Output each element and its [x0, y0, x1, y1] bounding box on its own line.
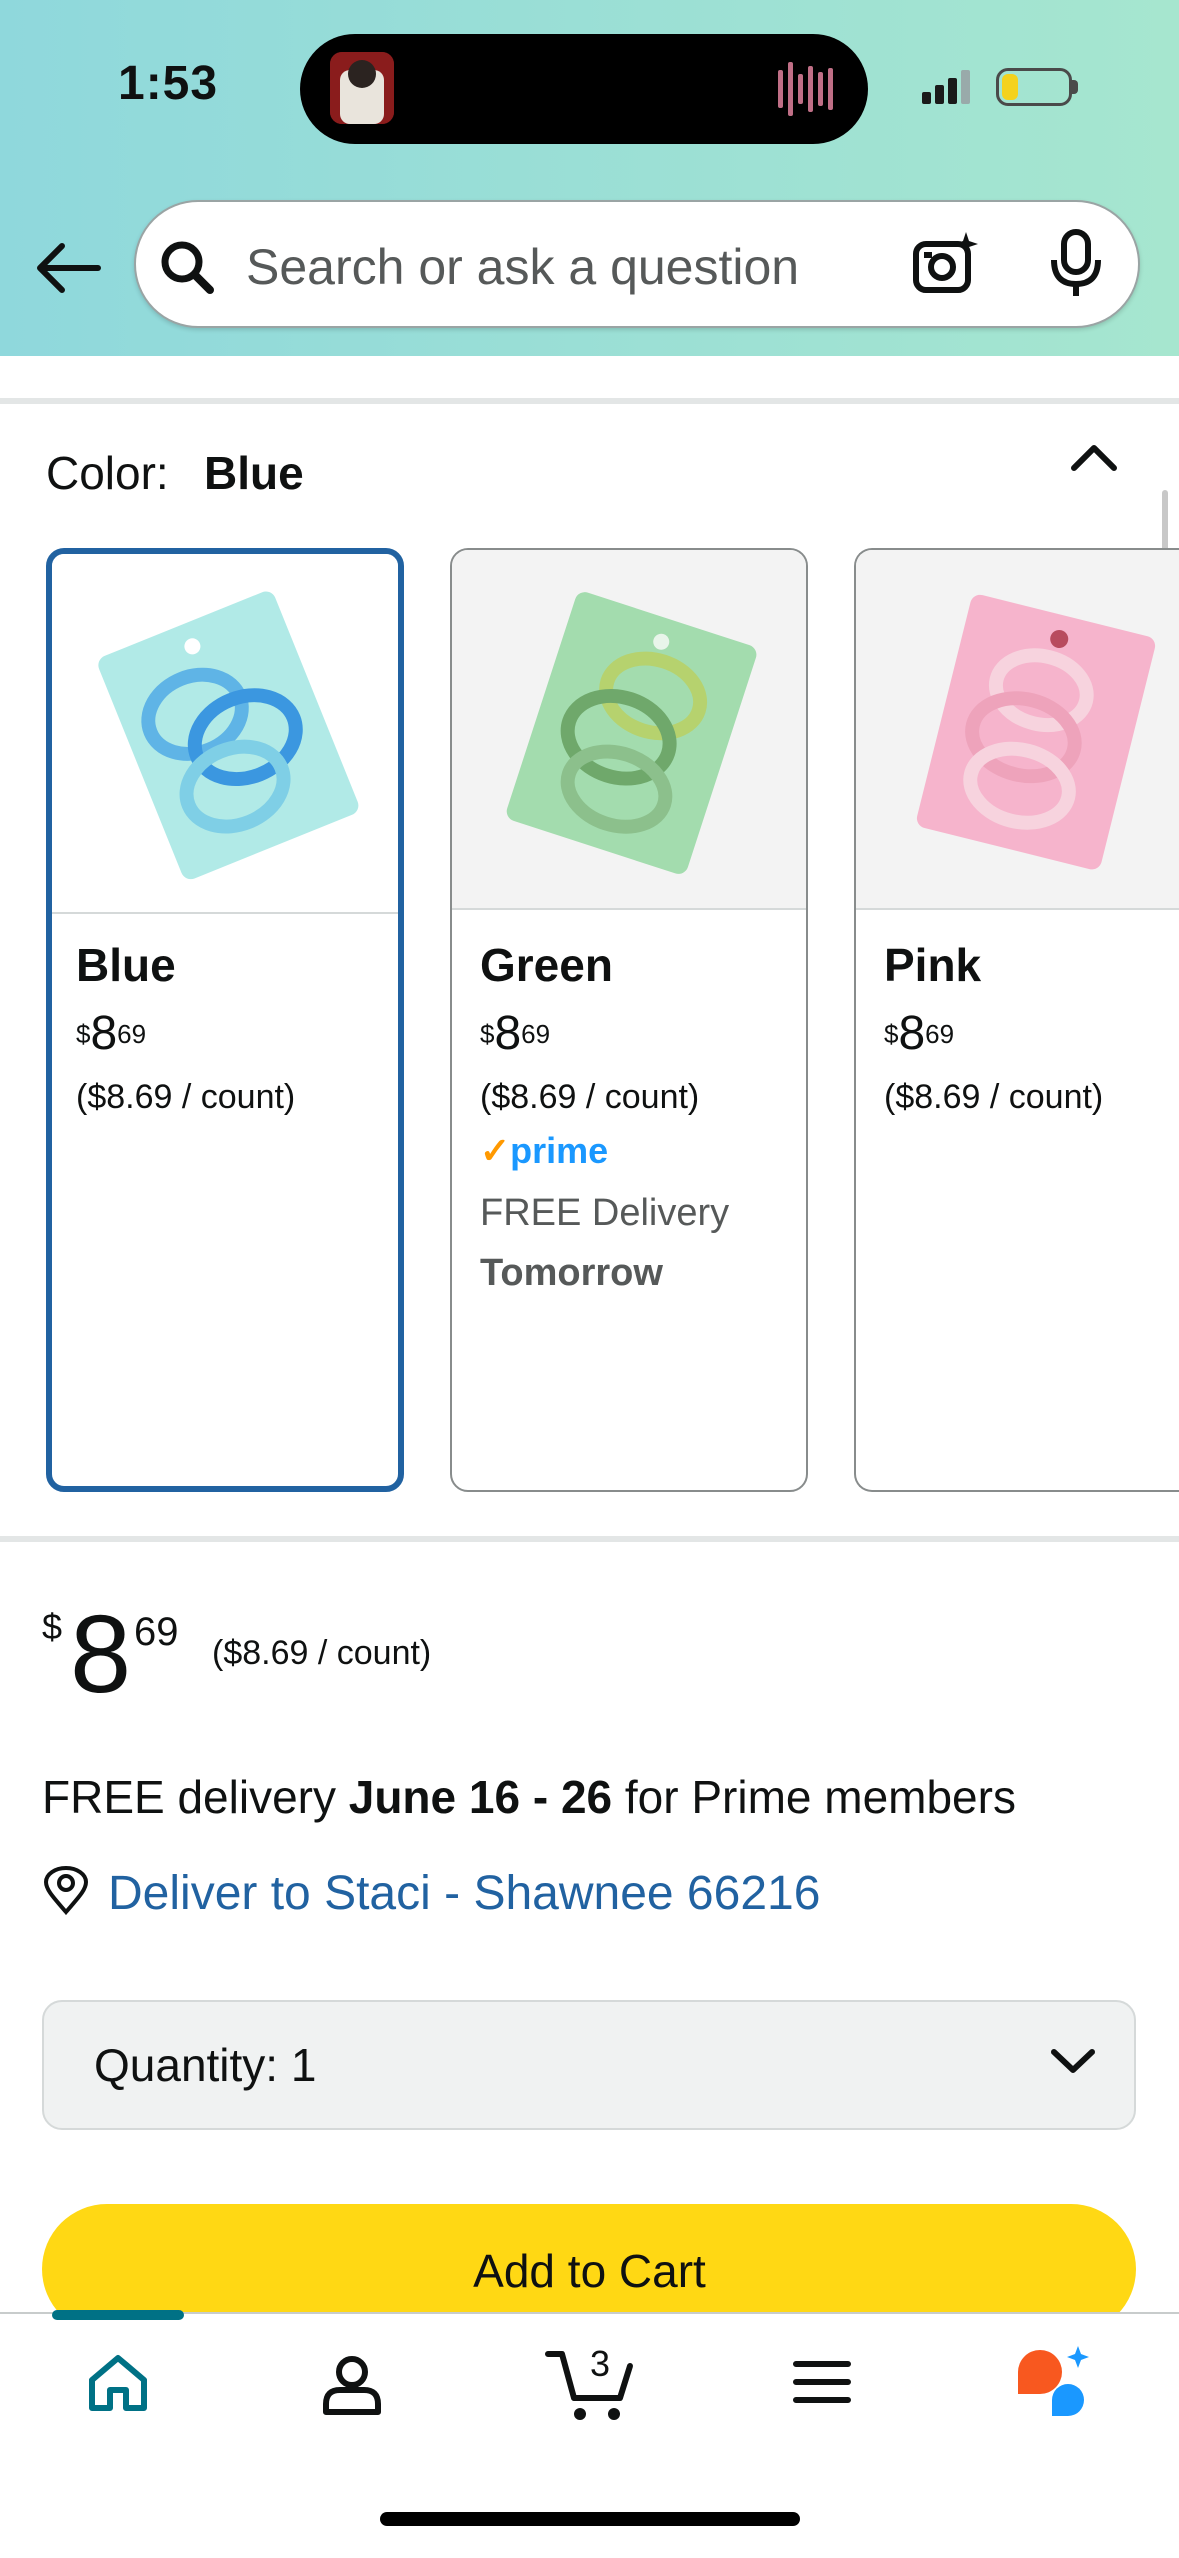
home-icon[interactable] — [84, 2350, 152, 2418]
option-unit-price: ($8.69 / count) — [76, 1078, 296, 1116]
home-indicator[interactable] — [380, 2512, 800, 2526]
quantity-label: Quantity: 1 — [94, 2039, 317, 2091]
delivery-info: FREE delivery June 16 - 26 for Prime mem… — [42, 1771, 1016, 1823]
battery-level — [1002, 74, 1018, 100]
option-price: $869 — [884, 1007, 955, 1060]
cart-count: 3 — [590, 2343, 610, 2384]
location-pin-icon — [43, 1866, 89, 1916]
section-divider — [0, 398, 1179, 404]
option-name: Pink — [884, 939, 982, 991]
nav-active-indicator — [52, 2310, 184, 2320]
option-unit-price: ($8.69 / count) — [884, 1078, 1104, 1116]
section-divider — [0, 1536, 1179, 1542]
add-to-cart-label: Add to Cart — [473, 2245, 706, 2297]
product-image-blue — [52, 554, 398, 914]
option-price: $869 — [76, 1007, 147, 1060]
color-selected-value: Blue — [204, 447, 304, 499]
chevron-up-icon[interactable] — [1068, 440, 1120, 476]
option-name: Green — [480, 939, 613, 991]
status-time: 1:53 — [118, 57, 219, 110]
cart-icon[interactable]: 3 — [544, 2340, 638, 2424]
prime-check-icon: ✓ — [480, 1130, 511, 1171]
camera-search-icon[interactable] — [912, 230, 982, 300]
battery-tip — [1072, 80, 1078, 94]
prime-badge: ✓prime — [480, 1130, 609, 1171]
option-delivery: FREE Delivery — [480, 1192, 730, 1234]
audio-waveform-icon — [778, 62, 833, 116]
rufus-assistant-icon[interactable] — [1012, 2342, 1092, 2422]
color-option-blue[interactable]: Blue $869 ($8.69 / count) — [46, 548, 404, 1492]
menu-icon[interactable] — [792, 2356, 852, 2408]
search-input[interactable]: Search or ask a question — [246, 238, 799, 296]
product-image-green — [452, 550, 806, 910]
option-unit-price: ($8.69 / count) — [480, 1078, 700, 1116]
deliver-to-link[interactable]: Deliver to Staci - Shawnee 66216 — [108, 1866, 820, 1921]
color-option-pink[interactable]: Pink $869 ($8.69 / count) — [854, 548, 1179, 1492]
account-icon[interactable] — [318, 2350, 386, 2418]
product-image-pink — [856, 550, 1179, 910]
option-delivery-day: Tomorrow — [480, 1252, 663, 1294]
chevron-down-icon[interactable] — [1050, 2046, 1096, 2076]
microphone-icon[interactable] — [1048, 228, 1104, 300]
search-icon[interactable] — [156, 236, 218, 298]
back-arrow-icon[interactable] — [32, 240, 104, 296]
color-option-green[interactable]: Green $869 ($8.69 / count) ✓prime FREE D… — [450, 548, 808, 1492]
buybox-unit-price: ($8.69 / count) — [212, 1634, 432, 1672]
signal-icon — [922, 70, 970, 104]
now-playing-artwork — [330, 52, 394, 124]
color-label: Color: — [46, 447, 169, 499]
option-price: $869 — [480, 1007, 551, 1060]
option-name: Blue — [76, 939, 176, 991]
